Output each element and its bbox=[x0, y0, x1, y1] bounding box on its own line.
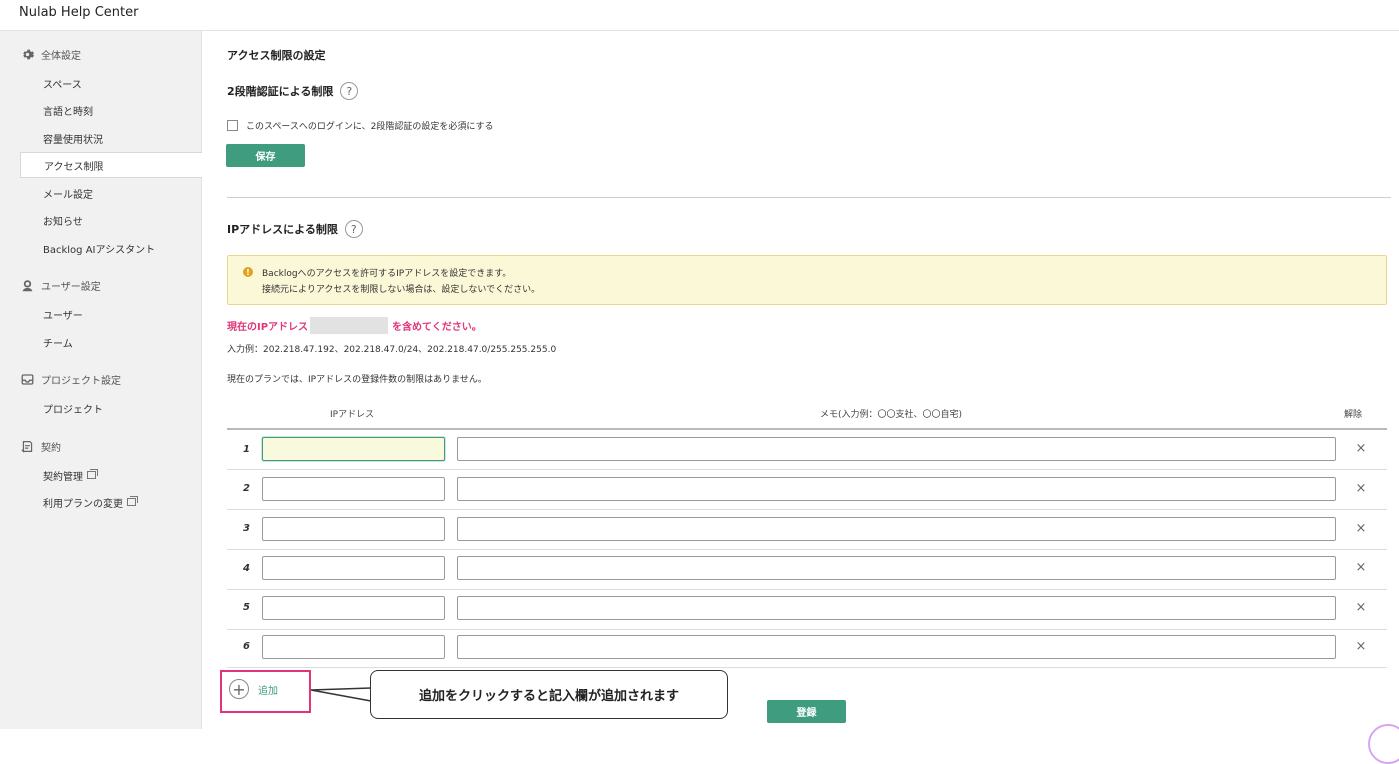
table-row: 5 × bbox=[227, 590, 1387, 630]
sidebar-item-mail[interactable]: メール設定 bbox=[20, 180, 202, 206]
current-ip-masked bbox=[310, 317, 389, 334]
external-link-icon bbox=[127, 496, 138, 506]
add-row-highlight: + 追加 bbox=[220, 670, 311, 713]
row-number: 6 bbox=[243, 641, 250, 652]
column-header-ip: IPアドレス bbox=[330, 410, 375, 420]
twofa-checkbox-label[interactable]: このスペースへのログインに、2段階認証の設定を必須にする bbox=[246, 119, 493, 132]
sidebar-section-project: プロジェクト設定 bbox=[20, 370, 121, 388]
ip-input[interactable] bbox=[262, 477, 445, 501]
remove-row-button[interactable]: × bbox=[1355, 481, 1367, 496]
row-number: 2 bbox=[243, 483, 250, 494]
plus-circle-icon: + bbox=[229, 679, 249, 699]
table-row: 3 × bbox=[227, 510, 1387, 550]
sidebar-section-label: 全体設定 bbox=[41, 50, 81, 62]
ip-heading-row: IPアドレスによる制限 ? bbox=[227, 220, 363, 238]
callout-pointer bbox=[310, 687, 372, 702]
save-button[interactable]: 保存 bbox=[226, 144, 305, 167]
sidebar-item-contract-management[interactable]: 契約管理 bbox=[20, 462, 202, 488]
row-number: 3 bbox=[243, 523, 250, 534]
row-number: 4 bbox=[243, 563, 250, 574]
row-divider bbox=[227, 667, 1387, 668]
floating-help-button[interactable] bbox=[1368, 724, 1399, 764]
sidebar-item-label: 契約管理 bbox=[43, 471, 83, 483]
remove-row-button[interactable]: × bbox=[1355, 600, 1367, 615]
ip-notice: ! Backlogへのアクセスを許可するIPアドレスを設定できます。 接続元によ… bbox=[227, 255, 1387, 305]
twofa-heading-row: 2段階認証による制限 ? bbox=[227, 82, 359, 100]
sidebar-item-projects[interactable]: プロジェクト bbox=[20, 395, 202, 421]
memo-input[interactable] bbox=[457, 477, 1336, 501]
sidebar-item-plan-change[interactable]: 利用プランの変更 bbox=[20, 489, 202, 515]
table-row: 6 × bbox=[227, 629, 1387, 669]
help-icon[interactable]: ? bbox=[344, 220, 363, 238]
row-number: 5 bbox=[243, 602, 250, 613]
current-ip-row: 現在のIPアドレス を含めてください。 bbox=[227, 317, 482, 334]
sidebar-item-storage[interactable]: 容量使用状況 bbox=[20, 125, 202, 151]
sidebar-item-teams[interactable]: チーム bbox=[20, 329, 202, 355]
remove-row-button[interactable]: × bbox=[1355, 639, 1367, 654]
register-button[interactable]: 登録 bbox=[767, 700, 846, 723]
ip-input[interactable] bbox=[262, 437, 445, 461]
sidebar-section-general: 全体設定 bbox=[20, 45, 81, 63]
current-ip-suffix: を含めてください。 bbox=[392, 322, 482, 333]
twofa-heading: 2段階認証による制限 bbox=[227, 85, 334, 98]
contract-icon bbox=[20, 439, 34, 453]
sidebar: 全体設定 スペース 言語と時刻 容量使用状況 アクセス制限 メール設定 お知らせ… bbox=[0, 31, 202, 729]
sidebar-item-label: 利用プランの変更 bbox=[43, 498, 123, 510]
twofa-checkbox[interactable] bbox=[227, 120, 238, 131]
sidebar-item-users[interactable]: ユーザー bbox=[20, 301, 202, 327]
brand-title[interactable]: Nulab Help Center bbox=[19, 5, 138, 20]
ip-example: 入力例：202.218.47.192、202.218.47.0/24、202.2… bbox=[227, 345, 557, 355]
add-row-label: 追加 bbox=[258, 685, 278, 697]
twofa-checkbox-row: このスペースへのログインに、2段階認証の設定を必須にする bbox=[227, 119, 493, 132]
main-content: アクセス制限の設定 2段階認証による制限 ? このスペースへのログインに、2段階… bbox=[203, 31, 1399, 764]
notice-line-1: Backlogへのアクセスを許可するIPアドレスを設定できます。 bbox=[262, 269, 512, 279]
sidebar-item-ai-assistant[interactable]: Backlog AIアシスタント bbox=[20, 235, 202, 261]
sidebar-item-space[interactable]: スペース bbox=[20, 70, 202, 96]
top-bar: Nulab Help Center bbox=[0, 0, 1399, 31]
gear-icon bbox=[20, 47, 34, 61]
row-number: 1 bbox=[243, 444, 250, 455]
sidebar-section-contract: 契約 bbox=[20, 437, 61, 455]
inbox-icon bbox=[20, 372, 34, 386]
current-ip-prefix: 現在のIPアドレス bbox=[227, 322, 309, 333]
ip-input[interactable] bbox=[262, 635, 445, 659]
memo-input[interactable] bbox=[457, 635, 1336, 659]
remove-row-button[interactable]: × bbox=[1355, 521, 1367, 536]
help-icon[interactable]: ? bbox=[340, 82, 359, 100]
column-header-memo: メモ(入力例：〇〇支社、〇〇自宅) bbox=[820, 410, 963, 420]
notice-line-2: 接続元によりアクセスを制限しない場合は、設定しないでください。 bbox=[262, 285, 541, 295]
sidebar-item-language-time[interactable]: 言語と時刻 bbox=[20, 97, 202, 123]
remove-row-button[interactable]: × bbox=[1355, 560, 1367, 575]
add-row-button[interactable]: + 追加 bbox=[229, 679, 278, 699]
sidebar-item-access-restriction[interactable]: アクセス制限 bbox=[20, 152, 202, 178]
external-link-icon bbox=[87, 469, 98, 479]
memo-input[interactable] bbox=[457, 556, 1336, 580]
memo-input[interactable] bbox=[457, 437, 1336, 461]
page-title: アクセス制限の設定 bbox=[227, 49, 326, 62]
sidebar-section-label: プロジェクト設定 bbox=[41, 375, 121, 387]
ip-heading: IPアドレスによる制限 bbox=[227, 223, 338, 236]
ip-input[interactable] bbox=[262, 596, 445, 620]
ip-input[interactable] bbox=[262, 517, 445, 541]
column-header-remove: 解除 bbox=[1344, 410, 1363, 420]
table-row: 4 × bbox=[227, 550, 1387, 590]
plan-note: 現在のプランでは、IPアドレスの登録件数の制限はありません。 bbox=[227, 375, 487, 385]
user-icon bbox=[20, 278, 34, 292]
ip-input[interactable] bbox=[262, 556, 445, 580]
sidebar-section-user: ユーザー設定 bbox=[20, 276, 101, 294]
remove-row-button[interactable]: × bbox=[1355, 441, 1367, 456]
table-row: 1 × bbox=[227, 430, 1387, 470]
memo-input[interactable] bbox=[457, 596, 1336, 620]
table-row: 2 × bbox=[227, 470, 1387, 510]
callout-tooltip: 追加をクリックすると記入欄が追加されます bbox=[370, 670, 728, 719]
section-divider bbox=[227, 197, 1391, 198]
sidebar-item-notice[interactable]: お知らせ bbox=[20, 207, 202, 233]
memo-input[interactable] bbox=[457, 517, 1336, 541]
sidebar-section-label: ユーザー設定 bbox=[41, 281, 101, 293]
sidebar-section-label: 契約 bbox=[41, 442, 61, 454]
warning-icon: ! bbox=[243, 267, 253, 277]
